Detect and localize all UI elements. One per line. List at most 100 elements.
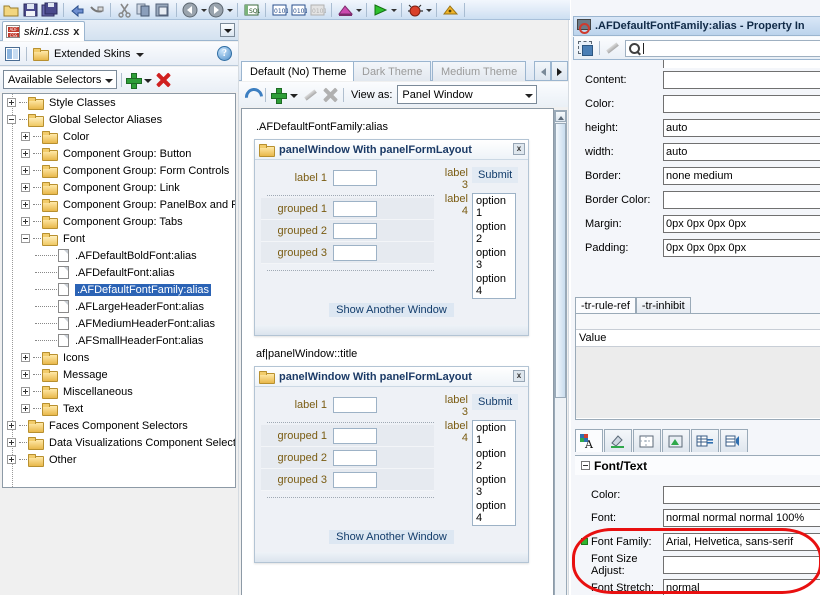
property-value-input[interactable]: 0px 0px 0px 0px (663, 215, 820, 233)
tree-node-faces-component-selectors[interactable]: Faces Component Selectors (3, 417, 235, 434)
font-property-value-input[interactable]: Arial, Helvetica, sans-serif (663, 533, 820, 551)
property-value-input[interactable] (663, 95, 820, 113)
list-item[interactable]: option 4 (473, 272, 515, 298)
tree-node-miscellaneous[interactable]: Miscellaneous (3, 383, 235, 400)
edit-icon[interactable] (605, 41, 620, 55)
tree-node-component-group-form-controls[interactable]: Component Group: Form Controls (3, 162, 235, 179)
tree-node-component-group-tabs[interactable]: Component Group: Tabs (3, 213, 235, 230)
tab-table[interactable] (691, 429, 719, 452)
tree-node-font[interactable]: Font (3, 230, 235, 247)
text-input[interactable] (333, 245, 377, 261)
list-item[interactable]: option 3 (473, 473, 515, 499)
text-input[interactable] (333, 397, 377, 413)
run-manager-caret-icon[interactable] (355, 2, 362, 18)
save-all-icon[interactable] (41, 2, 58, 18)
text-input[interactable] (333, 201, 377, 217)
chevron-down-icon[interactable] (136, 49, 144, 59)
show-another-window-button[interactable]: Show Another Window (329, 530, 454, 544)
tab-box[interactable] (633, 429, 661, 452)
run-manager-icon[interactable] (337, 2, 354, 18)
selector-tree[interactable]: Style ClassesGlobal Selector AliasesColo… (2, 93, 236, 488)
undo-icon[interactable] (69, 2, 86, 18)
navigate-forward-icon[interactable] (208, 2, 225, 18)
option-listbox[interactable]: option 1option 2option 3option 4 (472, 193, 516, 299)
expand-icon[interactable] (7, 421, 16, 430)
expand-icon[interactable] (21, 387, 30, 396)
back-dropdown-caret-icon[interactable] (200, 2, 207, 18)
tree-node-afmediumheaderfont-alias[interactable]: .AFMediumHeaderFont:alias (3, 315, 235, 332)
collapse-icon[interactable] (21, 234, 30, 243)
add-property-caret-icon[interactable] (290, 90, 298, 100)
tree-node-afdefaultboldfont-alias[interactable]: .AFDefaultBoldFont:alias (3, 247, 235, 264)
run-icon[interactable] (372, 2, 389, 18)
tab-overflow-dropdown[interactable] (220, 23, 235, 37)
copy-icon[interactable] (135, 2, 152, 18)
option-listbox[interactable]: option 1option 2option 3option 4 (472, 420, 516, 526)
font-property-value-input[interactable]: normal normal normal 100% (663, 509, 820, 527)
expand-icon[interactable] (7, 438, 16, 447)
tab-default-no-theme[interactable]: Default (No) Theme (241, 61, 355, 81)
tree-node-component-group-link[interactable]: Component Group: Link (3, 179, 235, 196)
debug-step-into-icon[interactable]: 0101 (290, 2, 307, 18)
scroll-up-icon[interactable] (555, 111, 566, 122)
rule-value-grid[interactable]: Value (575, 313, 820, 420)
tab-font-text[interactable]: A (575, 429, 603, 452)
expand-icon[interactable] (21, 353, 30, 362)
collapse-icon[interactable] (7, 115, 16, 124)
expand-icon[interactable] (21, 370, 30, 379)
tree-node-component-group-panelbox-and-r[interactable]: Component Group: PanelBox and R (3, 196, 235, 213)
tab-scroll-left-icon[interactable] (534, 61, 551, 81)
tab-media[interactable] (720, 429, 748, 452)
value-grid-body[interactable] (576, 347, 820, 418)
debug-icon[interactable] (407, 2, 424, 18)
property-value-input[interactable]: auto (663, 119, 820, 137)
debug-caret-icon[interactable] (425, 2, 432, 18)
refresh-icon[interactable] (244, 87, 260, 102)
debug-step-over-icon[interactable]: 0101 (271, 2, 288, 18)
text-input[interactable] (333, 450, 377, 466)
select-target-icon[interactable] (578, 41, 594, 56)
tab-dark-theme[interactable]: Dark Theme (353, 61, 431, 81)
tree-node-afsmallheaderfont-alias[interactable]: .AFSmallHeaderFont:alias (3, 332, 235, 349)
paste-icon[interactable] (154, 2, 171, 18)
tab-tr-rule-ref[interactable]: -tr-rule-ref (575, 297, 636, 314)
save-icon[interactable] (22, 2, 39, 18)
add-selector-caret-icon[interactable] (144, 75, 152, 85)
text-input[interactable] (333, 170, 377, 186)
tree-node-afdefaultfontfamily-alias[interactable]: .AFDefaultFontFamily:alias (3, 281, 235, 298)
property-value-input[interactable] (663, 191, 820, 209)
tab-background[interactable] (604, 429, 632, 452)
navigate-back-icon[interactable] (182, 2, 199, 18)
tree-node-other[interactable]: Other (3, 451, 235, 468)
submit-button[interactable]: Submit (472, 394, 518, 410)
list-item[interactable]: option 4 (473, 499, 515, 525)
tree-node-style-classes[interactable]: Style Classes (3, 94, 235, 111)
preview-scrollbar[interactable] (554, 110, 567, 595)
tree-node-color[interactable]: Color (3, 128, 235, 145)
list-item[interactable]: option 1 (473, 194, 515, 220)
tab-image[interactable] (662, 429, 690, 452)
submit-button[interactable]: Submit (472, 167, 518, 183)
tree-node-icons[interactable]: Icons (3, 349, 235, 366)
property-value-input[interactable]: 0px 0px 0px 0px (663, 239, 820, 257)
view-as-dropdown[interactable]: Panel Window (397, 85, 537, 104)
available-selectors-dropdown[interactable]: Available Selectors (3, 70, 117, 89)
profile-icon[interactable] (442, 2, 459, 18)
font-property-value-input[interactable] (663, 486, 820, 504)
tree-node-afdefaultfont-alias[interactable]: .AFDefaultFont:alias (3, 264, 235, 281)
text-input[interactable] (333, 428, 377, 444)
show-another-window-button[interactable]: Show Another Window (329, 303, 454, 317)
list-item[interactable]: option 2 (473, 447, 515, 473)
pane-divider[interactable] (568, 20, 569, 595)
add-property-icon[interactable] (271, 88, 285, 102)
tab-medium-theme[interactable]: Medium Theme (432, 61, 526, 81)
tree-node-global-selector-aliases[interactable]: Global Selector Aliases (3, 111, 235, 128)
expand-icon[interactable] (7, 455, 16, 464)
property-search-input[interactable] (625, 40, 820, 57)
run-caret-icon[interactable] (390, 2, 397, 18)
document-tab-skin1css[interactable]: ADFCSS skin1.css x (2, 21, 85, 41)
expand-icon[interactable] (21, 404, 30, 413)
tree-node-aflargeheaderfont-alias[interactable]: .AFLargeHeaderFont:alias (3, 298, 235, 315)
expand-icon[interactable] (21, 217, 30, 226)
tab-tr-inhibit[interactable]: -tr-inhibit (636, 297, 691, 314)
